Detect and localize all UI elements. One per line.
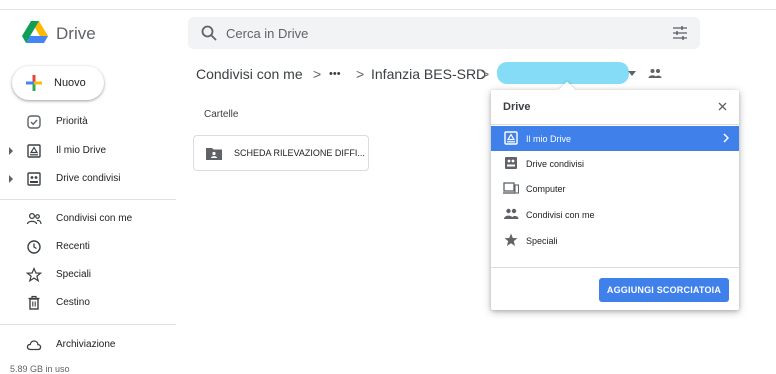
close-icon[interactable] [718, 102, 727, 111]
plus-icon [26, 75, 42, 91]
sidebar-divider [0, 199, 176, 200]
sidebar-item-trash[interactable]: Cestino [0, 292, 176, 314]
trash-icon [28, 295, 40, 310]
shared-drives-icon [505, 157, 517, 169]
shared-people-icon[interactable] [648, 68, 662, 78]
popup-divider [491, 124, 739, 125]
check-circle-icon [27, 115, 41, 129]
sidebar-divider [0, 324, 176, 325]
sidebar-item-shared-with-me[interactable]: Condivisi con me [0, 208, 176, 230]
folder-card[interactable]: SCHEDA RILEVAZIONE DIFFI... [193, 135, 369, 171]
popup-item-label: Il mio Drive [526, 134, 572, 144]
sidebar-item-storage[interactable]: Archiviazione [0, 334, 176, 356]
breadcrumb-item-infanzia[interactable]: Infanzia BES-SRD [371, 66, 486, 82]
chevron-right-icon[interactable] [723, 133, 729, 143]
popup-item-starred[interactable]: Speciali [491, 228, 739, 253]
sidebar-item-label: Cestino [56, 297, 90, 308]
search-input[interactable] [226, 23, 626, 43]
computer-icon [503, 182, 519, 194]
breadcrumb-separator: > [356, 66, 365, 82]
popup-item-shared-drives[interactable]: Drive condivisi [491, 151, 739, 176]
popup-item-my-drive[interactable]: Il mio Drive [491, 126, 739, 151]
popup-arrow [558, 81, 576, 99]
expand-caret-icon[interactable] [8, 146, 14, 156]
breadcrumb-separator: > [313, 66, 322, 82]
breadcrumb-item-shared-with-me[interactable]: Condivisi con me [196, 66, 303, 82]
sidebar-item-label: Speciali [56, 269, 92, 280]
search-options-icon[interactable] [672, 25, 688, 41]
popup-item-label: Speciali [526, 236, 558, 246]
popup-divider [491, 267, 739, 268]
popup-item-label: Drive condivisi [526, 159, 585, 169]
new-button-label: Nuovo [54, 77, 86, 89]
chevron-down-icon[interactable] [628, 71, 636, 76]
sidebar-item-recent[interactable]: Recenti [0, 236, 176, 258]
top-border [0, 9, 776, 10]
popup-item-computer[interactable]: Computer [491, 176, 739, 201]
sidebar-item-label: Priorità [56, 116, 88, 127]
clock-icon [27, 240, 41, 254]
my-drive-icon [504, 131, 518, 145]
breadcrumb-separator: > [481, 66, 490, 82]
shared-drives-icon [27, 172, 41, 186]
move-to-drive-popup: Drive Il mio Drive Drive condivisi Compu… [491, 81, 739, 310]
sidebar-item-my-drive[interactable]: Il mio Drive [0, 140, 176, 162]
new-button[interactable]: Nuovo [12, 66, 104, 100]
sidebar-item-shared-drives[interactable]: Drive condivisi [0, 168, 176, 190]
breadcrumb-current-redacted[interactable] [497, 62, 629, 84]
sidebar-item-label: Archiviazione [56, 339, 116, 350]
cloud-icon [26, 340, 42, 351]
expand-caret-icon[interactable] [8, 174, 14, 184]
my-drive-icon [27, 144, 41, 158]
section-title: Cartelle [204, 109, 239, 120]
sidebar-item-label: Drive condivisi [56, 173, 121, 184]
storage-usage-text: 5.89 GB in uso [10, 364, 70, 374]
sidebar-item-label: Recenti [56, 241, 90, 252]
popup-item-shared-with-me[interactable]: Condivisi con me [491, 202, 739, 227]
app-name: Drive [56, 24, 96, 43]
popup-item-label: Computer [526, 184, 566, 194]
sidebar-item-label: Condivisi con me [56, 213, 133, 224]
star-outline-icon [26, 267, 42, 283]
breadcrumb-ellipsis[interactable]: ••• [329, 68, 341, 80]
people-icon [26, 212, 42, 225]
sidebar-item-starred[interactable]: Speciali [0, 264, 176, 286]
folder-name: SCHEDA RILEVAZIONE DIFFI... [234, 148, 365, 158]
search-bar[interactable] [188, 17, 700, 49]
search-icon[interactable] [200, 24, 218, 42]
people-icon [504, 208, 519, 219]
sidebar-item-label: Il mio Drive [56, 145, 107, 156]
popup-item-label: Condivisi con me [526, 210, 595, 220]
sidebar-item-priority[interactable]: Priorità [0, 111, 176, 133]
add-shortcut-button[interactable]: AGGIUNGI SCORCIATOIA [599, 278, 729, 302]
drive-logo-icon[interactable] [22, 21, 48, 45]
star-icon [504, 233, 518, 246]
popup-title: Drive [503, 101, 531, 113]
shared-folder-icon [206, 148, 222, 160]
